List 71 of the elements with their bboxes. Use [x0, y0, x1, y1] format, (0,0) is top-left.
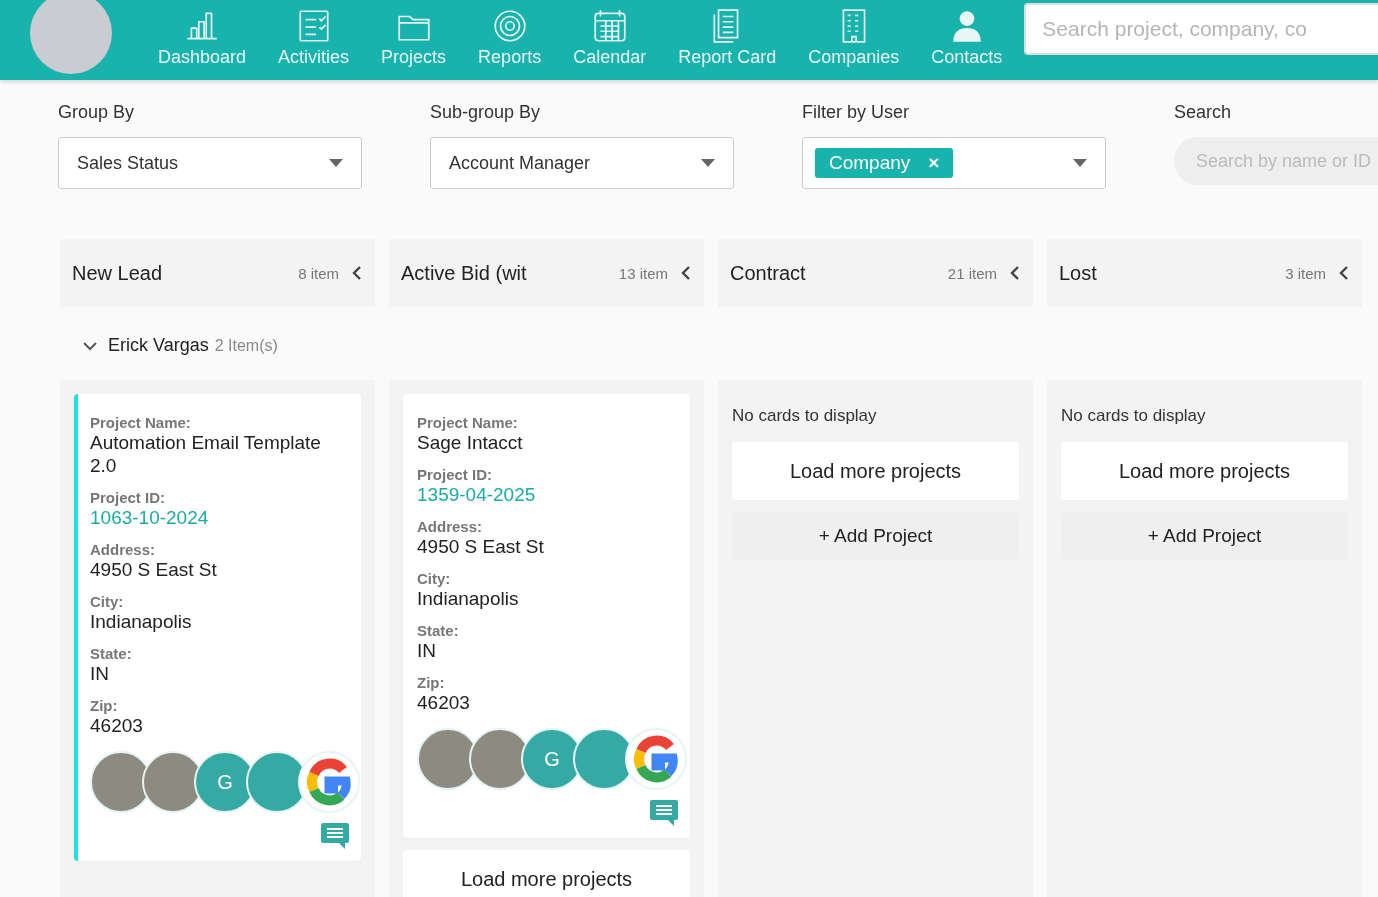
load-more-button[interactable]: Load more projects: [1061, 442, 1348, 500]
field-label: City:: [417, 570, 452, 587]
nav-item[interactable]: Dashboard: [142, 6, 263, 68]
field-label: Project Name:: [90, 414, 192, 431]
field-label: Project Name:: [417, 414, 519, 431]
column-title: Active Bid (wit: [401, 261, 528, 285]
field-value: Sage Intacct: [417, 431, 524, 454]
collapse-icon[interactable]: [680, 265, 692, 281]
field-value: IN: [417, 639, 437, 662]
comment-icon[interactable]: [321, 823, 349, 849]
field-value: IN: [90, 662, 110, 685]
field-value: Indianapolis: [417, 587, 520, 610]
group-name: Erick Vargas: [108, 335, 209, 356]
chevron-icon[interactable]: [82, 340, 98, 351]
item-count: 13 item: [618, 264, 668, 282]
load-more-button[interactable]: Load more projects: [732, 442, 1019, 500]
dropdown[interactable]: Account Manager: [430, 137, 734, 189]
field-label: State:: [90, 645, 133, 662]
nav-item[interactable]: Contacts: [915, 6, 1019, 68]
search-field[interactable]: Search project, company, co: [1024, 3, 1378, 55]
nav-item[interactable]: Activities: [262, 6, 366, 68]
filter-label: Sub-group By: [430, 102, 542, 123]
comment-icon[interactable]: [650, 800, 678, 826]
caret-icon: [329, 159, 343, 167]
field-value: 4950 S East St: [90, 558, 218, 581]
field-label: Project ID:: [417, 466, 493, 483]
field-label: Project ID:: [90, 489, 166, 506]
field-value: Automation Email Template 2.0: [90, 431, 322, 477]
filter-label: Group By: [58, 102, 136, 123]
collapse-icon[interactable]: [351, 265, 363, 281]
filter-label: Filter by User: [802, 102, 910, 123]
field-value: Indianapolis: [90, 610, 193, 633]
collapse-icon[interactable]: [1009, 265, 1021, 281]
field-value: 46203: [417, 691, 471, 714]
nav-item[interactable]: Reports: [462, 6, 558, 68]
nav-item[interactable]: Projects: [365, 6, 463, 68]
project-id-link[interactable]: 1063-10-2024: [90, 506, 349, 529]
field-label: Zip:: [90, 697, 119, 714]
caret-icon: [1073, 159, 1087, 167]
field-label: Zip:: [417, 674, 446, 691]
field-label: State:: [417, 622, 460, 639]
field-value: 4950 S East St: [417, 535, 545, 558]
nav-item[interactable]: Calendar: [557, 6, 663, 68]
column-title: New Lead: [72, 261, 164, 285]
item-count: 2 Item(s): [214, 336, 278, 355]
item-count: 21 item: [947, 264, 997, 282]
project-card[interactable]: Project Name: Automation Email Template 2.0 Project ID: 1063-10-2024 Address: 4950 S East St City: Indianapolis State: IN Zip: 46203 G: [74, 394, 361, 861]
dropdown[interactable]: Sales Status: [58, 137, 362, 189]
project-card[interactable]: Project Name: Sage Intacct Project ID: 1359-04-2025 Address: 4950 S East St City: Indianapolis State: IN Zip: 46203 G: [403, 394, 690, 838]
nav-item[interactable]: Companies: [792, 6, 916, 68]
filter-label: Search: [1174, 102, 1233, 123]
add-project-button[interactable]: + Add Project: [732, 512, 1019, 560]
column-title: Contract: [730, 261, 807, 285]
project-id-link[interactable]: 1359-04-2025: [417, 483, 678, 506]
field-label: City:: [90, 593, 125, 610]
add-project-button[interactable]: + Add Project: [1061, 512, 1348, 560]
caret-icon: [701, 159, 715, 167]
item-count: 3 item: [1285, 264, 1326, 282]
column-title: Lost: [1059, 261, 1098, 285]
remove-tag-button[interactable]: ×: [928, 152, 940, 174]
field-label: Address:: [417, 518, 484, 535]
empty-message: No cards to display: [732, 405, 878, 427]
field-label: Address:: [90, 541, 157, 558]
item-count: 8 item: [298, 264, 339, 282]
load-more-button[interactable]: Load more projects: [403, 850, 690, 897]
field-value: 46203: [90, 714, 144, 737]
nav-item[interactable]: Report Card: [662, 6, 793, 68]
collapse-icon[interactable]: [1338, 265, 1350, 281]
user-filter-dropdown[interactable]: Company ×: [802, 137, 1106, 189]
tag-label: Company: [829, 152, 911, 174]
empty-message: No cards to display: [1061, 405, 1207, 427]
